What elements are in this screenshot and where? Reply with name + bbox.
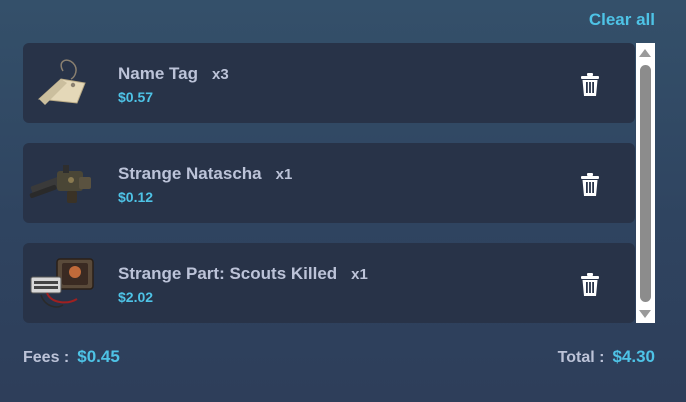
scrollbar[interactable] — [636, 43, 655, 323]
item-title: Strange Natascha — [118, 164, 262, 183]
item-title: Strange Part: Scouts Killed — [118, 264, 338, 283]
item-name: Name Tag x3 — [118, 64, 229, 84]
trash-icon[interactable] — [579, 273, 601, 297]
minigun-icon — [27, 153, 99, 213]
item-price: $0.12 — [118, 189, 154, 205]
scroll-down-arrow-icon[interactable] — [639, 310, 651, 318]
scroll-up-arrow-icon[interactable] — [639, 49, 651, 57]
total-value: $4.30 — [612, 347, 655, 366]
scrollbar-thumb[interactable] — [640, 65, 651, 302]
total-label: Total : — [557, 349, 605, 366]
item-price: $0.57 — [118, 89, 154, 105]
total-summary: Total : $4.30 — [558, 347, 655, 367]
cart-item-list: Name Tag x3 $0.57 Strange Natascha x1 $0… — [23, 43, 635, 323]
item-name: Strange Natascha x1 — [118, 164, 292, 184]
strange-part-icon — [27, 253, 99, 313]
item-name: Strange Part: Scouts Killed x1 — [118, 264, 368, 284]
name-tag-icon — [27, 53, 99, 113]
trash-icon[interactable] — [579, 173, 601, 197]
cart-item-strange-part: Strange Part: Scouts Killed x1 $2.02 — [23, 243, 635, 323]
item-quantity: x3 — [212, 66, 229, 83]
item-quantity: x1 — [351, 266, 368, 283]
item-title: Name Tag — [118, 64, 198, 83]
item-price: $2.02 — [118, 289, 154, 305]
fees-summary: Fees : $0.45 — [23, 347, 120, 367]
trash-icon[interactable] — [579, 73, 601, 97]
clear-all-button[interactable]: Clear all — [589, 10, 655, 30]
cart-item-name-tag: Name Tag x3 $0.57 — [23, 43, 635, 123]
fees-value: $0.45 — [77, 347, 120, 366]
item-quantity: x1 — [275, 166, 293, 183]
cart-item-strange-natascha: Strange Natascha x1 $0.12 — [23, 143, 635, 223]
fees-label: Fees : — [23, 349, 70, 366]
